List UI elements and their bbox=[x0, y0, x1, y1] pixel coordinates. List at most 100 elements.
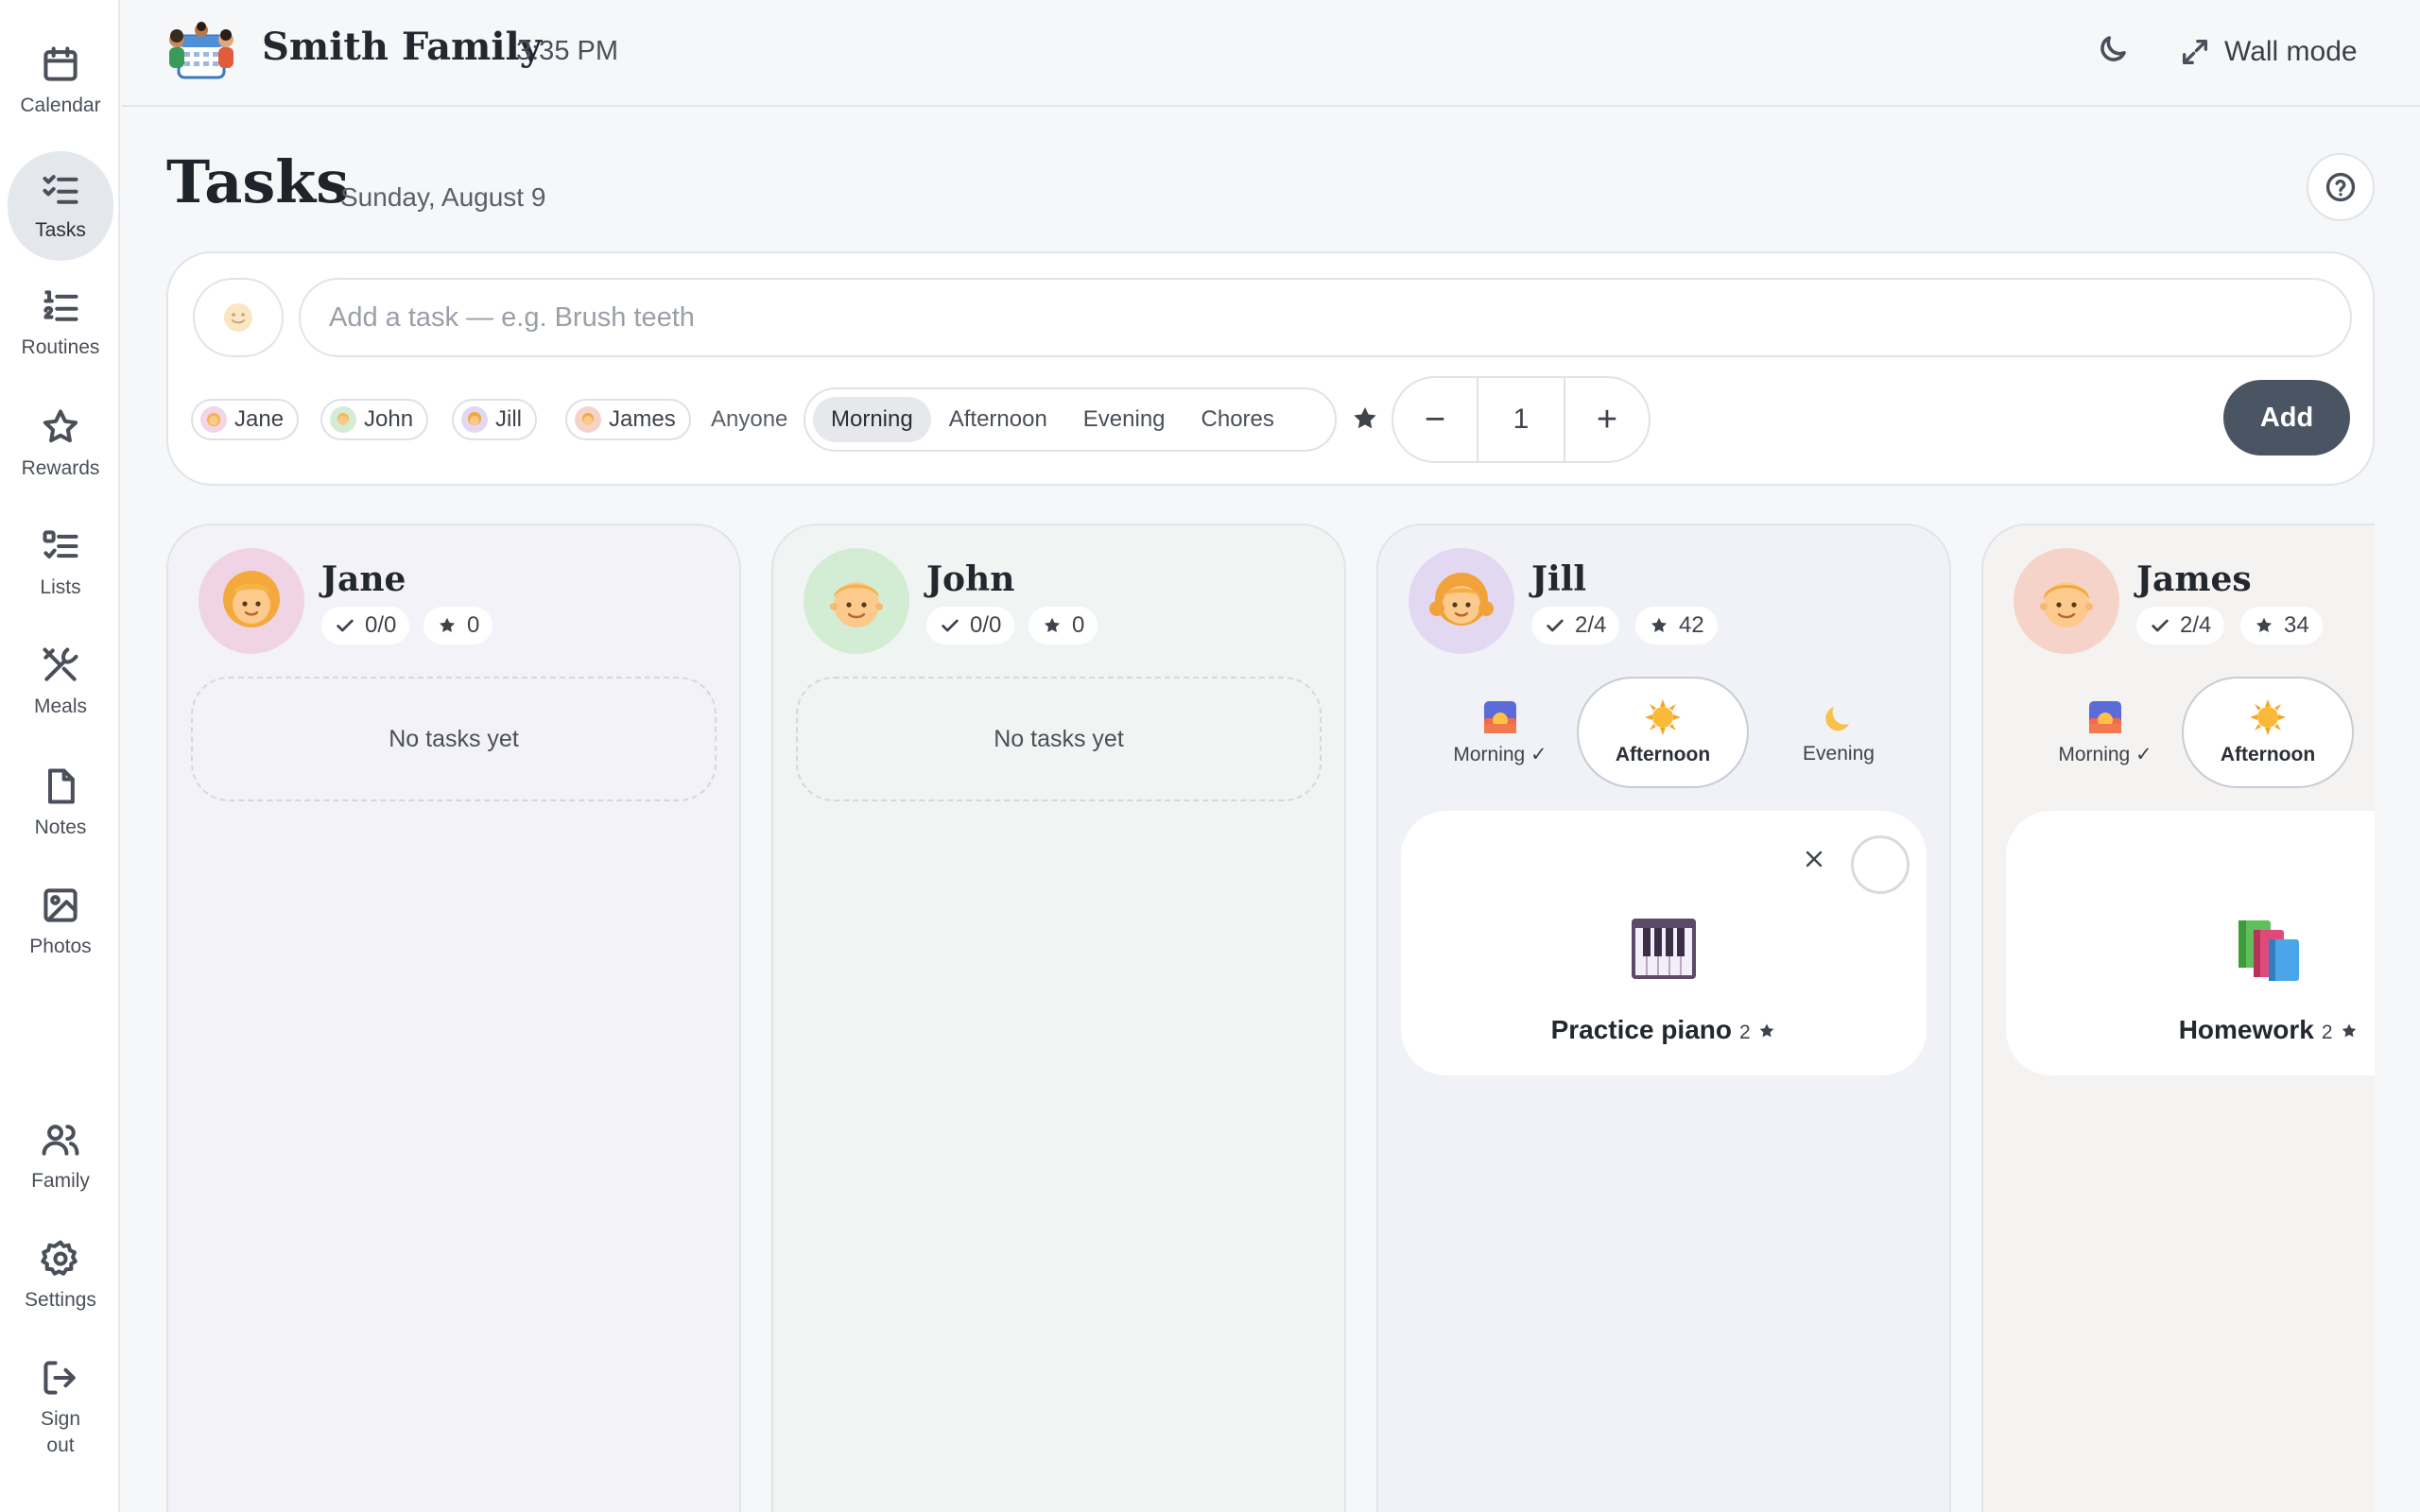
check-icon bbox=[337, 619, 354, 632]
sidebar-item-notes[interactable]: Notes bbox=[8, 748, 113, 858]
james-avatar-icon bbox=[575, 406, 601, 433]
task-card[interactable]: Practice piano 2 bbox=[1401, 811, 1927, 1075]
sidebar-item-tasks[interactable]: Tasks bbox=[8, 151, 113, 261]
add-task-panel: Jane John Jill James Anyone Morning Afte… bbox=[166, 251, 2375, 486]
sidebar-item-photos[interactable]: Photos bbox=[8, 868, 113, 977]
segment-chores[interactable]: Chores bbox=[1184, 397, 1292, 442]
john-avatar-icon bbox=[330, 406, 356, 433]
wall-mode-button[interactable]: Wall mode bbox=[2179, 28, 2358, 76]
completed-count-badge: 0/0 bbox=[321, 607, 410, 644]
clock: 3:35 PM bbox=[516, 36, 618, 66]
assignee-chip-label: John bbox=[364, 406, 414, 432]
task-input[interactable] bbox=[299, 278, 2352, 357]
smiley-icon bbox=[224, 303, 252, 332]
points-value[interactable]: 1 bbox=[1477, 378, 1565, 461]
family-calendar-logo bbox=[169, 22, 233, 79]
sidebar-item-sign-out[interactable]: Sign out bbox=[8, 1342, 113, 1474]
dark-mode-toggle[interactable] bbox=[2096, 32, 2137, 74]
period-label: Morning ✓ bbox=[2058, 743, 2152, 765]
sidebar-item-lists[interactable]: Lists bbox=[8, 508, 113, 618]
add-task-button[interactable]: Add bbox=[2223, 380, 2350, 455]
points-star-icon bbox=[1354, 407, 1376, 429]
help-button[interactable] bbox=[2307, 153, 2375, 221]
member-column-john: John 0/0 0 No tasks yet bbox=[771, 524, 1346, 1512]
points-stepper: − 1 + bbox=[1392, 376, 1651, 463]
man-emoji-icon bbox=[830, 582, 883, 627]
assignee-chip-label: James bbox=[609, 406, 676, 432]
sidebar-item-rewards[interactable]: Rewards bbox=[8, 389, 113, 499]
period-label: Evening bbox=[1803, 743, 1875, 765]
sidebar-item-label: Family bbox=[31, 1170, 90, 1192]
completed-count: 2/4 bbox=[2180, 612, 2212, 638]
jill-avatar-icon bbox=[461, 406, 488, 433]
sidebar-item-settings[interactable]: Settings bbox=[8, 1221, 113, 1331]
sidebar-item-label: Settings bbox=[25, 1289, 96, 1311]
period-tab-morning[interactable]: Morning ✓ bbox=[2019, 677, 2191, 788]
complete-task-checkbox[interactable] bbox=[1851, 835, 1910, 894]
completed-count-badge: 2/4 bbox=[2136, 607, 2225, 644]
assignee-anyone[interactable]: Anyone bbox=[711, 406, 787, 433]
sidebar-item-label: Calendar bbox=[20, 94, 101, 116]
member-name: James bbox=[2136, 559, 2252, 599]
help-icon bbox=[2325, 172, 2356, 202]
completed-count: 0/0 bbox=[365, 612, 397, 638]
sidebar-item-calendar[interactable]: Calendar bbox=[8, 26, 113, 136]
assignee-chip-jill[interactable]: Jill bbox=[452, 399, 537, 440]
sidebar-item-label: Photos bbox=[29, 936, 92, 957]
stars-count: 34 bbox=[2284, 612, 2309, 638]
jill-avatar bbox=[1409, 548, 1514, 654]
sidebar-item-label: Notes bbox=[34, 816, 87, 838]
star-icon bbox=[43, 409, 78, 443]
remove-task-button[interactable] bbox=[1798, 843, 1830, 875]
boy-emoji-icon bbox=[2040, 582, 2093, 627]
sidebar-item-family[interactable]: Family bbox=[8, 1102, 113, 1211]
star-icon bbox=[2256, 617, 2273, 633]
moon-icon bbox=[2100, 36, 2126, 61]
completed-count-badge: 0/0 bbox=[926, 607, 1015, 644]
assignee-chip-james[interactable]: James bbox=[565, 399, 691, 440]
check-icon bbox=[2152, 619, 2169, 632]
period-tab-afternoon[interactable]: Afternoon bbox=[1577, 677, 1749, 788]
task-title-text: Homework bbox=[2178, 1015, 2314, 1044]
assignee-chip-jane[interactable]: Jane bbox=[191, 399, 300, 440]
wall-mode-label: Wall mode bbox=[2224, 36, 2358, 67]
emoji-picker-button[interactable] bbox=[193, 278, 284, 357]
sidebar-item-label: Sign out bbox=[40, 1408, 81, 1456]
completed-count: 2/4 bbox=[1575, 612, 1607, 638]
james-avatar bbox=[2014, 548, 2119, 654]
star-icon bbox=[1760, 1023, 1774, 1038]
segment-evening[interactable]: Evening bbox=[1065, 397, 1184, 442]
segment-morning[interactable]: Morning bbox=[813, 397, 931, 442]
sun-icon bbox=[1645, 699, 1681, 735]
period-tab-morning[interactable]: Morning ✓ bbox=[1414, 677, 1586, 788]
sign-out-icon bbox=[43, 1361, 76, 1395]
task-points: 2 bbox=[1738, 1022, 1751, 1043]
stars-badge: 42 bbox=[1635, 607, 1718, 644]
assignee-chip-john[interactable]: John bbox=[320, 399, 429, 440]
sidebar-item-label: Routines bbox=[21, 336, 100, 358]
page-title: Tasks bbox=[166, 147, 350, 216]
page-date: Sunday, August 9 bbox=[340, 182, 546, 212]
sidebar-item-meals[interactable]: Meals bbox=[8, 627, 113, 737]
woman-emoji-icon bbox=[223, 571, 280, 627]
list-checkbox-icon bbox=[43, 530, 78, 559]
period-tab-afternoon[interactable]: Afternoon bbox=[2182, 677, 2354, 788]
star-icon bbox=[1044, 617, 1061, 633]
period-tab-evening[interactable]: Evening bbox=[1753, 677, 1925, 788]
segment-afternoon[interactable]: Afternoon bbox=[931, 397, 1065, 442]
time-of-day-selector: Morning Afternoon Evening Chores bbox=[804, 387, 1337, 452]
decrement-button[interactable]: − bbox=[1393, 378, 1477, 461]
period-label: Afternoon bbox=[2220, 744, 2316, 765]
member-name: Jill bbox=[1531, 559, 1587, 599]
sunrise-icon bbox=[2089, 700, 2121, 733]
check-icon bbox=[942, 619, 959, 632]
sidebar-item-label: Lists bbox=[40, 576, 81, 598]
girl-emoji-icon bbox=[1429, 573, 1494, 626]
utensils-icon bbox=[43, 647, 78, 681]
increment-button[interactable]: + bbox=[1565, 378, 1649, 461]
task-card[interactable]: Homework 2 bbox=[2006, 811, 2375, 1075]
task-title-text: Practice piano bbox=[1550, 1015, 1732, 1044]
sidebar-item-label: Rewards bbox=[21, 457, 100, 479]
sidebar-item-routines[interactable]: Routines bbox=[8, 268, 113, 378]
member-column-james: James 2/4 34 Morning ✓ Afternoon Homewor… bbox=[1981, 524, 2375, 1512]
